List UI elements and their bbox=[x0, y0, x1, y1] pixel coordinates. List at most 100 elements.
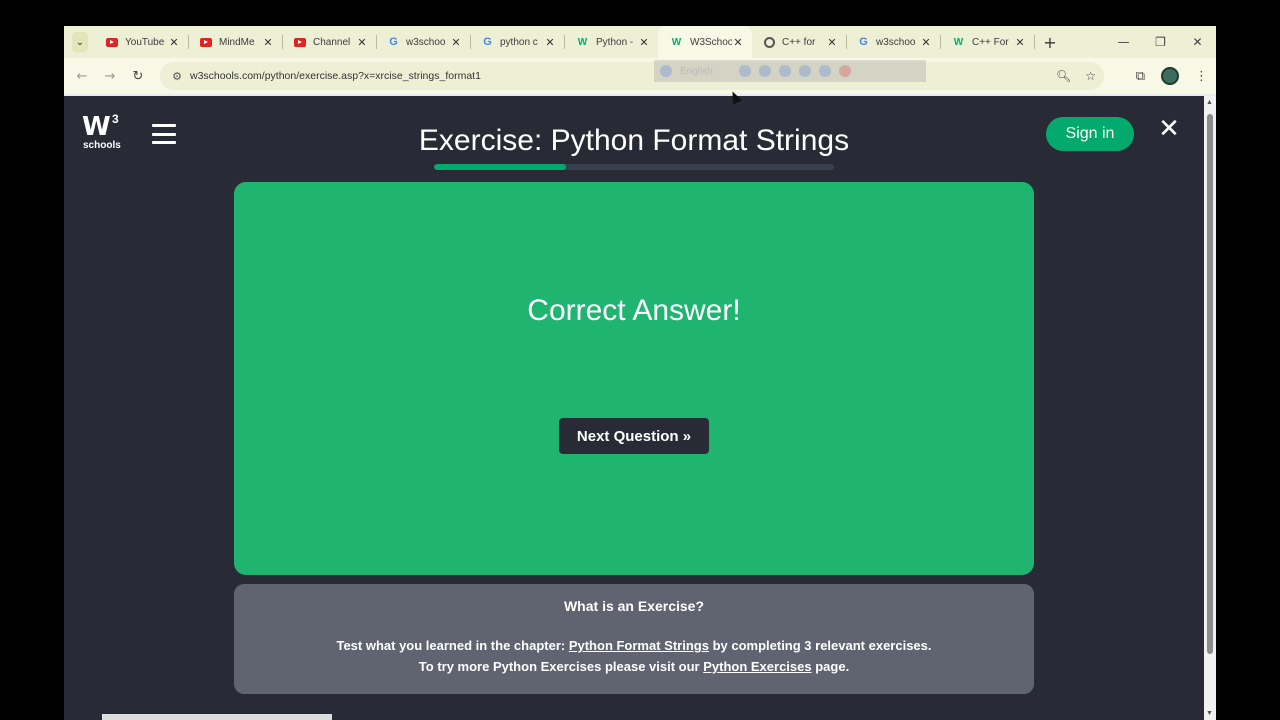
youtube-icon bbox=[294, 37, 306, 47]
tab-label: Channel bbox=[313, 36, 351, 48]
browser-tab[interactable]: C++ for ✕ bbox=[752, 26, 847, 58]
reload-icon[interactable]: ↻ bbox=[124, 62, 152, 90]
python-exercises-link[interactable]: Python Exercises bbox=[703, 659, 811, 674]
tab-separator bbox=[1034, 35, 1035, 49]
page-content: W 3 schools Exercise: Python Format Stri… bbox=[64, 96, 1204, 720]
progress-fill bbox=[434, 164, 566, 170]
minimize-icon[interactable]: — bbox=[1105, 26, 1142, 58]
zoom-icon[interactable]: 🔍︎ bbox=[1056, 69, 1071, 83]
google-icon: G bbox=[389, 36, 398, 48]
logo-text: schools bbox=[83, 140, 121, 151]
result-card: Correct Answer! Next Question » bbox=[234, 182, 1034, 575]
menu-icon[interactable] bbox=[152, 124, 176, 144]
translate-tool-icon[interactable] bbox=[758, 65, 771, 77]
info-line-2: To try more Python Exercises please visi… bbox=[234, 659, 1034, 674]
translate-tool-icon[interactable] bbox=[738, 65, 751, 77]
tab-label: YouTube bbox=[125, 36, 165, 48]
profile-avatar[interactable] bbox=[1161, 67, 1179, 85]
tab-close-icon[interactable]: ✕ bbox=[638, 36, 650, 49]
tab-label: C++ For bbox=[972, 36, 1009, 48]
window-controls: — ❐ ✕ bbox=[1105, 26, 1216, 58]
w3schools-icon: W bbox=[953, 36, 964, 48]
page-title: Exercise: Python Format Strings bbox=[418, 124, 850, 157]
browser-toolbar: ← → ↻ ⚙ w3schools.com/python/exercise.as… bbox=[64, 58, 1216, 94]
forward-icon[interactable]: → bbox=[96, 62, 124, 90]
tab-list: YouTube ✕ MindMe ✕ Channel ✕ Gw3schoo ✕ Gpython … bbox=[94, 26, 1035, 58]
new-tab-button[interactable]: + bbox=[1038, 33, 1062, 52]
info-line-1-text: Test what you learned in the chapter: bbox=[336, 638, 569, 653]
youtube-icon bbox=[200, 37, 212, 47]
tab-close-icon[interactable]: ✕ bbox=[826, 36, 838, 49]
info-line-2-tail: page. bbox=[811, 659, 850, 674]
tab-close-icon[interactable]: ✕ bbox=[920, 36, 932, 49]
tab-search-button[interactable]: ⌄ bbox=[72, 32, 88, 52]
translate-settings-icon[interactable] bbox=[778, 65, 791, 77]
tab-label: w3schoo bbox=[876, 36, 916, 48]
browser-tab[interactable]: W Python - ✕ bbox=[564, 26, 659, 58]
browser-tab[interactable]: W W3Schoo ✕ bbox=[658, 26, 752, 58]
next-question-button[interactable]: Next Question » bbox=[559, 418, 709, 454]
info-line-2-text: To try more Python Exercises please visi… bbox=[418, 659, 704, 674]
site-info-icon[interactable]: ⚙ bbox=[164, 70, 190, 83]
scroll-down-icon[interactable]: ▼ bbox=[1206, 710, 1213, 717]
browser-tab[interactable]: MindMe ✕ bbox=[188, 26, 283, 58]
browser-tab[interactable]: W C++ For ✕ bbox=[940, 26, 1035, 58]
translate-tool-icon[interactable] bbox=[798, 65, 811, 77]
translate-toolbar[interactable]: English bbox=[654, 60, 926, 82]
page-scrollbar[interactable]: ▲ ▼ bbox=[1204, 96, 1216, 720]
scrollbar-thumb[interactable] bbox=[1207, 114, 1213, 654]
translate-close-icon[interactable] bbox=[838, 65, 851, 77]
restore-icon[interactable]: ❐ bbox=[1142, 26, 1179, 58]
tab-close-icon[interactable]: ✕ bbox=[262, 36, 274, 49]
w3schools-icon: W bbox=[577, 36, 588, 48]
info-heading: What is an Exercise? bbox=[563, 598, 705, 614]
logo-mark: W bbox=[82, 112, 111, 142]
exercise-progress-bar bbox=[434, 164, 834, 170]
info-line-1-tail: by completing 3 relevant exercises. bbox=[708, 638, 932, 653]
url-text[interactable]: w3schools.com/python/exercise.asp?x=xrci… bbox=[190, 70, 481, 82]
tab-close-icon[interactable]: ✕ bbox=[544, 36, 556, 49]
tab-close-icon[interactable]: ✕ bbox=[1014, 36, 1026, 49]
tab-label: C++ for bbox=[782, 36, 816, 48]
tab-label: MindMe bbox=[219, 36, 255, 48]
scroll-up-icon[interactable]: ▲ bbox=[1206, 99, 1213, 106]
translate-help-icon[interactable] bbox=[818, 65, 831, 77]
browser-tab[interactable]: Channel ✕ bbox=[282, 26, 377, 58]
chatgpt-icon bbox=[764, 36, 775, 48]
extensions-icon[interactable]: ⧉ bbox=[1136, 69, 1145, 84]
browser-tab[interactable]: YouTube ✕ bbox=[94, 26, 189, 58]
sign-in-button[interactable]: Sign in bbox=[1046, 117, 1134, 151]
w3schools-logo[interactable]: W 3 schools bbox=[82, 112, 126, 154]
bookmark-star-icon[interactable]: ☆ bbox=[1085, 69, 1096, 83]
exercise-info-card: What is an Exercise? Test what you learn… bbox=[234, 584, 1034, 694]
browser-tab[interactable]: Gpython c ✕ bbox=[470, 26, 565, 58]
tab-strip: ⌄ YouTube ✕ MindMe ✕ Channel ✕ Gw3schoo ✕ Gpytho… bbox=[64, 26, 1216, 58]
result-message: Correct Answer! bbox=[527, 294, 741, 327]
translate-search-icon[interactable] bbox=[660, 65, 672, 77]
browser-tab[interactable]: Gw3schoo ✕ bbox=[846, 26, 941, 58]
tab-label: W3Schoo bbox=[690, 36, 732, 48]
browser-tab[interactable]: Gw3schoo ✕ bbox=[376, 26, 471, 58]
translate-language[interactable]: English bbox=[680, 66, 713, 77]
logo-superscript: 3 bbox=[112, 112, 119, 126]
close-icon[interactable]: ✕ bbox=[1156, 116, 1182, 142]
google-icon: G bbox=[859, 36, 868, 48]
browser-menu-icon[interactable]: ⋮ bbox=[1195, 69, 1208, 84]
tab-close-icon[interactable]: ✕ bbox=[732, 36, 744, 49]
tab-close-icon[interactable]: ✕ bbox=[168, 36, 180, 49]
w3schools-icon: W bbox=[671, 36, 682, 48]
close-window-icon[interactable]: ✕ bbox=[1179, 26, 1216, 58]
youtube-icon bbox=[106, 37, 118, 47]
tab-close-icon[interactable]: ✕ bbox=[356, 36, 368, 49]
tab-label: Python - bbox=[596, 36, 634, 48]
taskbar-strip bbox=[102, 714, 332, 720]
address-bar[interactable]: ⚙ w3schools.com/python/exercise.asp?x=xr… bbox=[160, 62, 1104, 90]
tab-label: w3schoo bbox=[406, 36, 446, 48]
tab-close-icon[interactable]: ✕ bbox=[450, 36, 462, 49]
info-line-1: Test what you learned in the chapter: Py… bbox=[234, 638, 1034, 653]
google-icon: G bbox=[483, 36, 492, 48]
browser-window: ⌄ YouTube ✕ MindMe ✕ Channel ✕ Gw3schoo ✕ Gpytho… bbox=[64, 26, 1216, 720]
chapter-link[interactable]: Python Format Strings bbox=[569, 638, 709, 653]
tab-label: python c bbox=[500, 36, 538, 48]
back-icon[interactable]: ← bbox=[68, 62, 96, 90]
